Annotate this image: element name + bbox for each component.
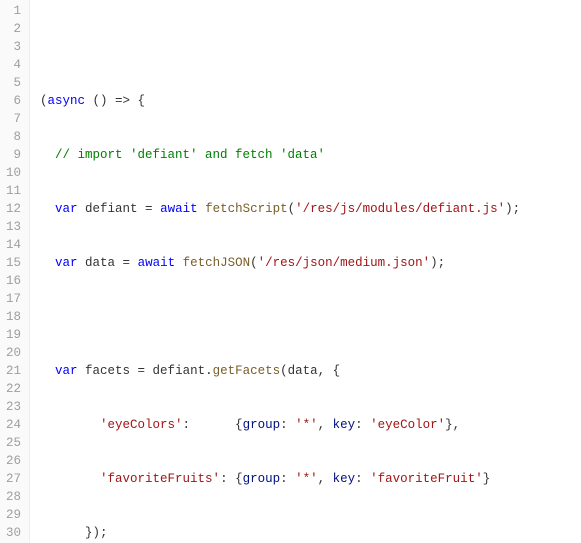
line-number: 19 <box>6 326 21 344</box>
code-line: var data = await fetchJSON('/res/json/me… <box>40 254 581 272</box>
line-number-gutter: 1 2 3 4 5 6 7 8 9 10 11 12 13 14 15 16 1… <box>0 0 30 543</box>
code-line: 'favoriteFruits': {group: '*', key: 'fav… <box>40 470 581 488</box>
code-line: var facets = defiant.getFacets(data, { <box>40 362 581 380</box>
line-number: 30 <box>6 524 21 542</box>
line-number: 12 <box>6 200 21 218</box>
line-number: 17 <box>6 290 21 308</box>
code-line: // import 'defiant' and fetch 'data' <box>40 146 581 164</box>
line-number: 15 <box>6 254 21 272</box>
line-number: 29 <box>6 506 21 524</box>
line-number: 8 <box>6 128 21 146</box>
line-number: 13 <box>6 218 21 236</box>
code-editor: 1 2 3 4 5 6 7 8 9 10 11 12 13 14 15 16 1… <box>0 0 581 543</box>
line-number: 1 <box>6 2 21 20</box>
line-number: 6 <box>6 92 21 110</box>
line-number: 27 <box>6 470 21 488</box>
line-number: 28 <box>6 488 21 506</box>
code-line: }); <box>40 524 581 542</box>
line-number: 5 <box>6 74 21 92</box>
line-number: 16 <box>6 272 21 290</box>
line-number: 23 <box>6 398 21 416</box>
line-number: 20 <box>6 344 21 362</box>
code-line <box>40 308 581 326</box>
line-number: 10 <box>6 164 21 182</box>
line-number: 11 <box>6 182 21 200</box>
line-number: 24 <box>6 416 21 434</box>
line-number: 3 <box>6 38 21 56</box>
code-line: 'eyeColors': {group: '*', key: 'eyeColor… <box>40 416 581 434</box>
line-number: 7 <box>6 110 21 128</box>
line-number: 14 <box>6 236 21 254</box>
code-line <box>40 38 581 56</box>
line-number: 9 <box>6 146 21 164</box>
line-number: 22 <box>6 380 21 398</box>
line-number: 18 <box>6 308 21 326</box>
line-number: 21 <box>6 362 21 380</box>
code-line: (async () => { <box>40 92 581 110</box>
line-number: 4 <box>6 56 21 74</box>
code-line: var defiant = await fetchScript('/res/js… <box>40 200 581 218</box>
line-number: 25 <box>6 434 21 452</box>
code-content[interactable]: (async () => { // import 'defiant' and f… <box>30 0 581 543</box>
line-number: 2 <box>6 20 21 38</box>
line-number: 26 <box>6 452 21 470</box>
